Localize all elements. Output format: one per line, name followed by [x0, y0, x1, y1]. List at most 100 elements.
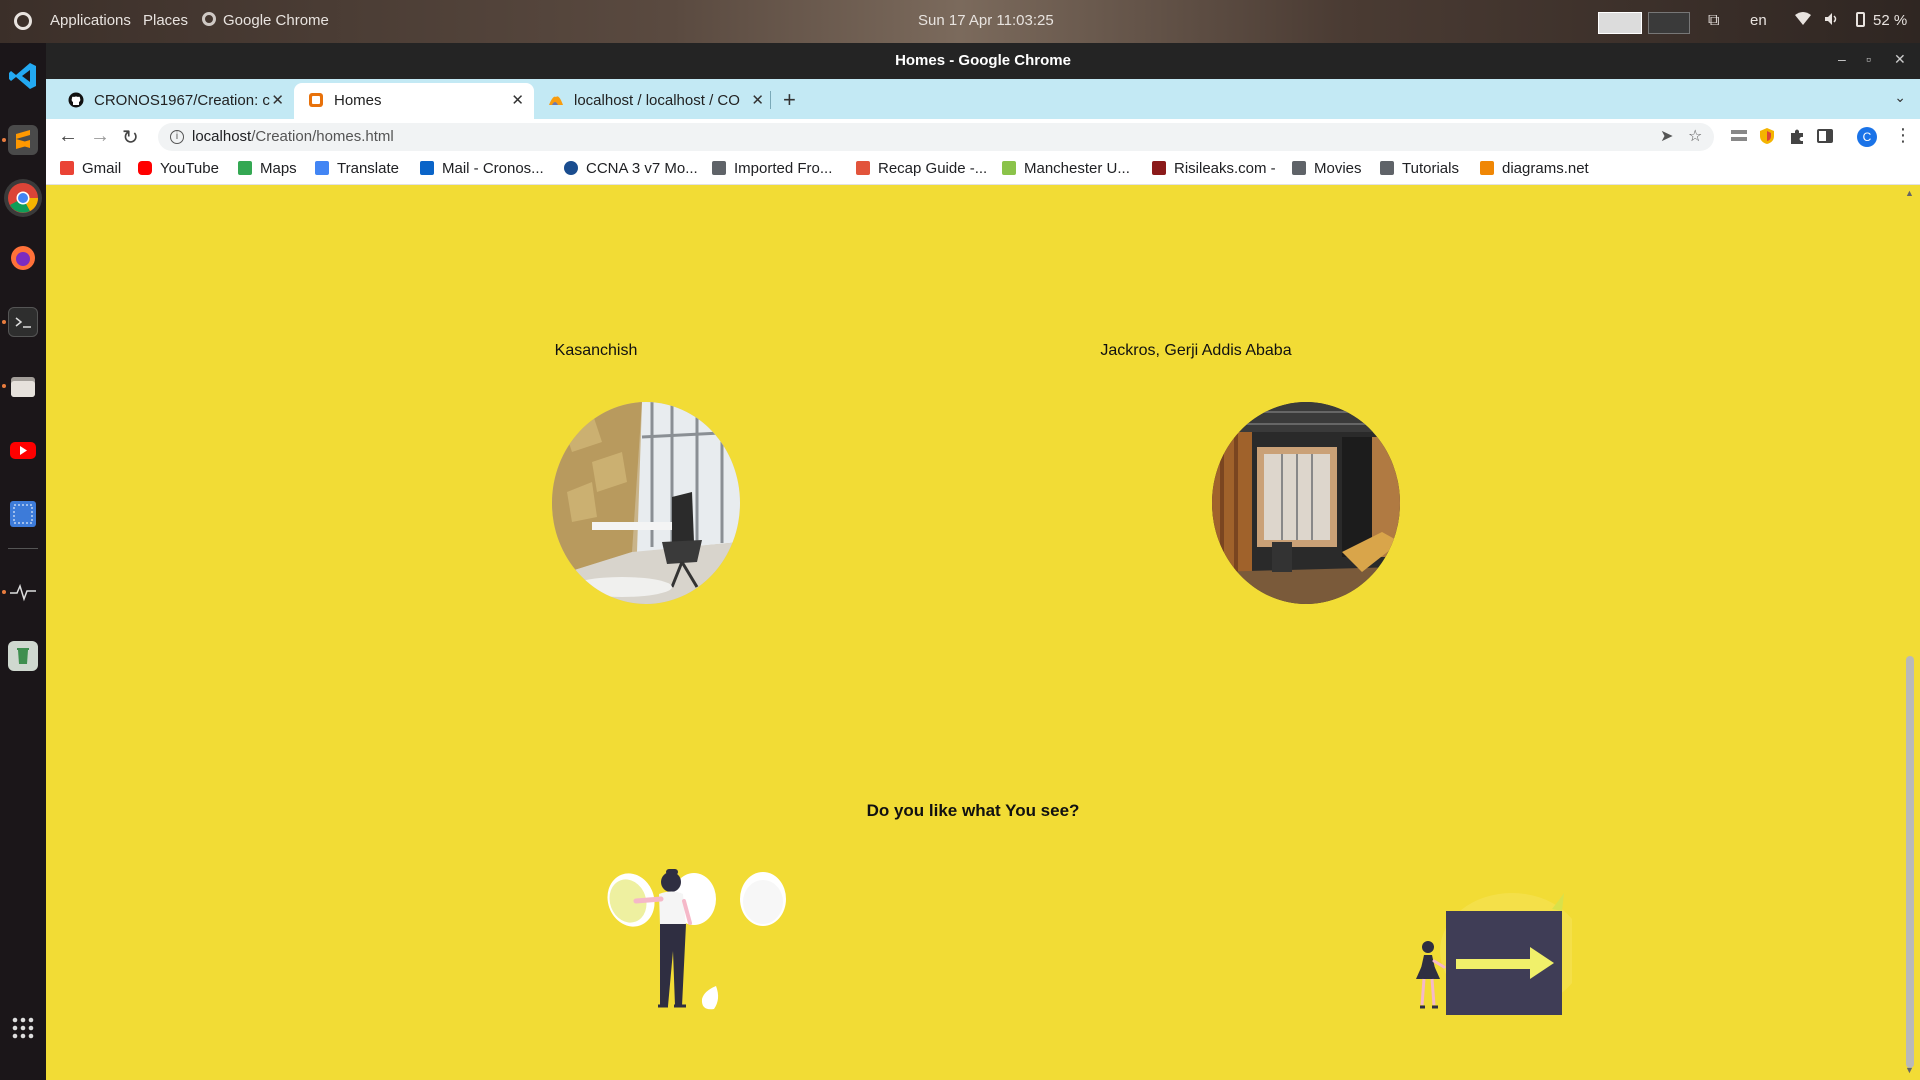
- call-to-action-question: Do you like what You see?: [866, 801, 1080, 820]
- files-icon[interactable]: [8, 371, 38, 401]
- address-bar[interactable]: i localhost/Creation/homes.html ➤ ☆: [158, 123, 1714, 151]
- bookmark-risileaks[interactable]: Risileaks.com -: [1152, 160, 1276, 177]
- profile-avatar[interactable]: C: [1857, 127, 1877, 147]
- chrome-app-icon: [202, 12, 216, 26]
- trash-icon[interactable]: [8, 641, 38, 671]
- tab-github[interactable]: CRONOS1967/Creation: c ✕: [54, 83, 294, 119]
- applications-menu[interactable]: Applications: [50, 12, 131, 29]
- location-name-jackros: Jackros, Gerji Addis Ababa: [1100, 342, 1292, 359]
- tab-close-icon[interactable]: ✕: [271, 91, 284, 109]
- scrollbar-thumb[interactable]: [1906, 656, 1914, 1068]
- page-content: Kasanchish Jackros, Gerji Addis Ababa Do…: [46, 185, 1900, 1080]
- maximize-button[interactable]: ▫: [1866, 51, 1871, 67]
- clock[interactable]: Sun 17 Apr 11:03:25: [918, 12, 1054, 29]
- running-indicator: [2, 384, 6, 388]
- tab-homes[interactable]: Homes ✕: [294, 83, 534, 119]
- chrome-window: Homes - Google Chrome – ▫ ✕ CRONOS1967/C…: [46, 43, 1920, 1080]
- scroll-up-arrow-icon[interactable]: ▲: [1905, 188, 1914, 198]
- tab-phpmyadmin[interactable]: localhost / localhost / CO ✕: [534, 83, 774, 119]
- info-icon[interactable]: i: [170, 130, 184, 144]
- new-tab-button[interactable]: +: [783, 87, 796, 113]
- chrome-menu-icon[interactable]: ⋮: [1894, 125, 1912, 146]
- github-icon: [68, 92, 84, 108]
- wifi-icon[interactable]: [1795, 12, 1811, 30]
- close-button[interactable]: ✕: [1894, 51, 1906, 68]
- maps-icon: [238, 161, 252, 175]
- folder-icon: [1380, 161, 1394, 175]
- scroll-down-arrow-icon[interactable]: ▼: [1905, 1065, 1914, 1075]
- bookmark-tutorials-folder[interactable]: Tutorials: [1380, 160, 1459, 177]
- sublime-text-icon[interactable]: [8, 125, 38, 155]
- bookmark-imported-folder[interactable]: Imported Fro...: [712, 160, 832, 177]
- drawio-icon: [1480, 161, 1494, 175]
- bookmark-translate[interactable]: Translate: [315, 160, 399, 177]
- back-button[interactable]: ←: [58, 125, 78, 148]
- tab-close-icon[interactable]: ✕: [511, 91, 524, 109]
- activities-icon[interactable]: [14, 12, 32, 30]
- url-host: localhost: [192, 128, 252, 145]
- tab-search-button[interactable]: ⌄: [1894, 89, 1906, 106]
- extensions-puzzle-icon[interactable]: [1788, 127, 1806, 145]
- bookmark-maps[interactable]: Maps: [238, 160, 297, 177]
- forward-button[interactable]: →: [90, 125, 110, 148]
- system-monitor-icon[interactable]: [8, 577, 38, 607]
- show-applications-icon[interactable]: [8, 1013, 38, 1043]
- workspace-1[interactable]: [1598, 12, 1642, 34]
- vscode-icon[interactable]: [8, 61, 38, 91]
- active-app-menu[interactable]: Google Chrome: [223, 12, 329, 29]
- tab-strip: CRONOS1967/Creation: c ✕ Homes ✕ localho…: [46, 79, 1920, 119]
- bookmark-diagrams[interactable]: diagrams.net: [1480, 160, 1589, 177]
- youtube-app-icon[interactable]: [8, 435, 38, 465]
- send-tab-icon[interactable]: ➤: [1660, 126, 1673, 146]
- places-menu[interactable]: Places: [143, 12, 188, 29]
- screenshot-tool-icon[interactable]: [8, 499, 38, 529]
- side-panel-icon[interactable]: [1816, 127, 1834, 145]
- workspace-2[interactable]: [1648, 12, 1690, 34]
- running-indicator: [2, 138, 6, 142]
- phpmyadmin-icon: [548, 92, 564, 108]
- dock: [0, 43, 46, 1080]
- tab-label: Homes: [334, 92, 382, 109]
- running-indicator: [2, 590, 6, 594]
- folder-icon: [712, 161, 726, 175]
- tab-label: CRONOS1967/Creation: c: [94, 92, 270, 109]
- url-path: /Creation/homes.html: [251, 128, 394, 145]
- extension-list-icon[interactable]: [1730, 127, 1748, 145]
- minimize-button[interactable]: –: [1838, 51, 1846, 67]
- folder-icon: [1292, 161, 1306, 175]
- window-titlebar[interactable]: Homes - Google Chrome – ▫ ✕: [46, 43, 1920, 79]
- youtube-icon: [138, 161, 152, 175]
- chrome-dock-icon[interactable]: [4, 179, 42, 217]
- browser-toolbar: ← → ↻ i localhost/Creation/homes.html ➤ …: [46, 119, 1920, 155]
- terminal-icon[interactable]: [8, 307, 38, 337]
- bookmark-ccna[interactable]: CCNA 3 v7 Mo...: [564, 160, 698, 177]
- ccna-icon: [564, 161, 578, 175]
- bookmark-mail-cronos[interactable]: Mail - Cronos...: [420, 160, 544, 177]
- bookmark-star-icon[interactable]: ☆: [1688, 126, 1702, 146]
- volume-icon[interactable]: [1824, 12, 1840, 30]
- page-scrollbar[interactable]: ▲ ▼: [1900, 185, 1920, 1080]
- language-indicator[interactable]: en: [1750, 12, 1767, 29]
- bookmark-manchester[interactable]: Manchester U...: [1002, 160, 1130, 177]
- manchester-icon: [1002, 161, 1016, 175]
- running-indicator: [2, 320, 6, 324]
- system-top-bar: Applications Places Google Chrome Sun 17…: [0, 0, 1920, 43]
- risileaks-icon: [1152, 161, 1166, 175]
- bookmark-youtube[interactable]: YouTube: [138, 160, 219, 177]
- bookmark-recap-guide[interactable]: Recap Guide -...: [856, 160, 987, 177]
- outlook-icon: [420, 161, 434, 175]
- url-text[interactable]: localhost/Creation/homes.html: [192, 128, 394, 145]
- dock-separator: [8, 548, 38, 549]
- battery-icon[interactable]: [1856, 12, 1865, 27]
- office-photo-jackros[interactable]: [1212, 402, 1400, 604]
- window-switch-icon[interactable]: ⧉: [1708, 12, 1719, 30]
- office-photo-kasanchish[interactable]: [552, 402, 740, 604]
- battery-percent[interactable]: 52 %: [1873, 12, 1907, 29]
- firefox-icon[interactable]: [8, 243, 38, 273]
- translate-icon: [315, 161, 329, 175]
- bookmark-gmail[interactable]: Gmail: [60, 160, 121, 177]
- shield-extension-icon[interactable]: [1758, 127, 1776, 145]
- tab-close-icon[interactable]: ✕: [751, 91, 764, 109]
- reload-button[interactable]: ↻: [122, 125, 139, 150]
- bookmark-movies-folder[interactable]: Movies: [1292, 160, 1362, 177]
